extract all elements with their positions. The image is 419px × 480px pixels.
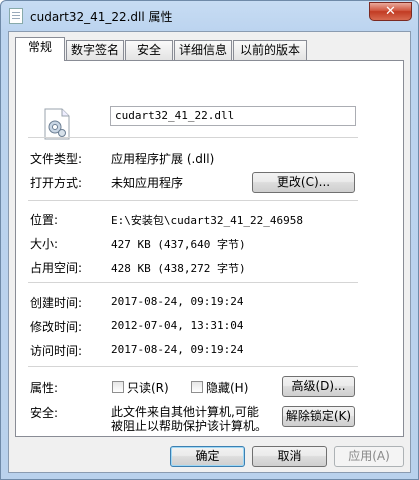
security-label: 安全: [30,406,59,420]
dialog-content: 常规 数字签名 安全 详细信息 以前的版本 cudart32_41_22.dll… [8,31,411,473]
properties-window: cudart32_41_22.dll 属性 ✕ 常规 数字签名 安全 详细信息 … [0,0,419,480]
accessed-label: 访问时间: [30,344,83,358]
accessed-value: 2017-08-24, 09:19:24 [111,343,244,356]
file-type-label: 文件类型: [30,152,83,166]
window-title: cudart32_41_22.dll 属性 [30,10,173,24]
readonly-checkbox[interactable] [112,381,124,393]
separator [28,282,358,283]
location-label: 位置: [30,213,59,227]
file-type-value: 应用程序扩展 (.dll) [111,152,215,166]
security-warning-line2: 被阻止以帮助保护该计算机。 [111,419,268,433]
disk-size-label: 占用空间: [30,261,83,275]
separator [28,137,358,138]
tab-previous-versions[interactable]: 以前的版本 [233,40,307,60]
dll-file-icon [44,108,70,140]
tab-digital-signatures[interactable]: 数字签名 [66,40,124,60]
change-button[interactable]: 更改(C)... [252,172,355,193]
close-button[interactable]: ✕ [369,2,412,21]
opens-with-value: 未知应用程序 [111,176,184,190]
separator [28,200,358,201]
attributes-label: 属性: [30,381,59,395]
separator [28,366,358,367]
tab-security[interactable]: 安全 [125,40,173,60]
tab-general[interactable]: 常规 [15,37,65,61]
opens-with-label: 打开方式: [30,176,83,190]
ok-button[interactable]: 确定 [170,446,245,467]
location-value: E:\安装包\cudart32_41_22_46958 [111,214,303,227]
tab-details[interactable]: 详细信息 [174,40,232,60]
title-bar[interactable]: cudart32_41_22.dll 属性 ✕ [1,1,418,31]
readonly-label[interactable]: 只读(R) [127,379,169,396]
document-icon [9,8,23,24]
unblock-button[interactable]: 解除锁定(K) [282,406,355,427]
apply-button[interactable]: 应用(A) [334,446,404,467]
advanced-button[interactable]: 高级(D)... [282,376,355,397]
created-value: 2017-08-24, 09:19:24 [111,295,244,308]
hidden-checkbox[interactable] [191,381,203,393]
created-label: 创建时间: [30,296,83,310]
modified-label: 修改时间: [30,320,83,334]
size-label: 大小: [30,237,59,251]
size-value: 427 KB (437,640 字节) [111,238,246,251]
disk-size-value: 428 KB (438,272 字节) [111,262,246,275]
hidden-label[interactable]: 隐藏(H) [206,379,248,396]
general-panel: cudart32_41_22.dll 文件类型: 应用程序扩展 (.dll) 打… [15,60,404,437]
cancel-button[interactable]: 取消 [252,446,327,467]
file-name-field[interactable]: cudart32_41_22.dll [110,106,356,126]
modified-value: 2012-07-04, 13:31:04 [111,319,244,332]
